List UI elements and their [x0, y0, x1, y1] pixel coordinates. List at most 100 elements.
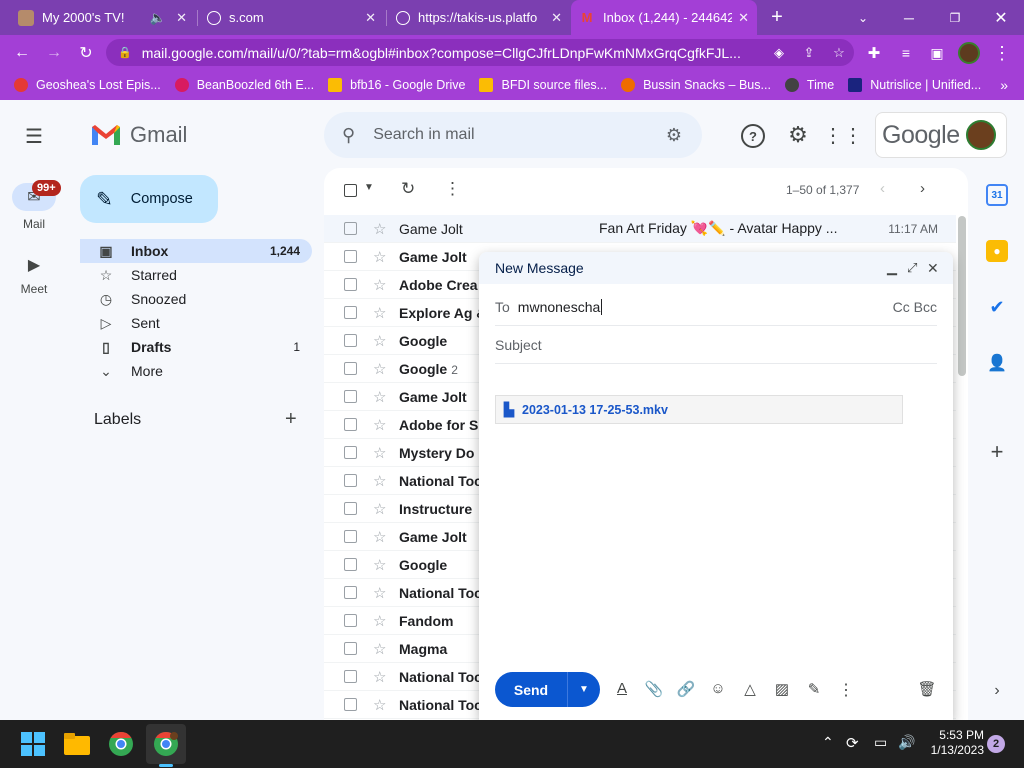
minimize-compose-icon[interactable]: ▁: [887, 260, 897, 276]
send-button-group[interactable]: Send ▼: [495, 672, 600, 707]
back-button[interactable]: ←: [10, 41, 34, 65]
profile-avatar[interactable]: [957, 41, 981, 65]
schedule-send-dropdown-icon[interactable]: ▼: [568, 684, 600, 695]
star-icon[interactable]: ☆: [373, 668, 389, 686]
bookmark-item[interactable]: Nutrislice | Unified...: [848, 78, 981, 92]
add-label-button[interactable]: +: [285, 408, 297, 431]
star-icon[interactable]: ☆: [373, 556, 389, 574]
apps-grid-icon[interactable]: ⋮⋮: [823, 122, 863, 148]
main-menu-icon[interactable]: ☰: [22, 124, 46, 148]
insert-emoji-icon[interactable]: ☺: [708, 680, 728, 697]
to-field[interactable]: To mwnonescha Cc Bcc: [495, 288, 937, 326]
attach-file-icon[interactable]: 📎: [644, 680, 664, 698]
row-checkbox[interactable]: [344, 222, 357, 235]
row-checkbox[interactable]: [344, 558, 357, 571]
row-checkbox[interactable]: [344, 418, 357, 431]
browser-tab[interactable]: https://takis-us.platfo ✕: [388, 0, 570, 35]
email-row[interactable]: ☆ Game Jolt Fan Art Friday 💘✏️ - Avatar …: [324, 215, 956, 243]
search-input[interactable]: Search in mail: [373, 126, 666, 144]
search-options-icon[interactable]: ⚙: [666, 125, 682, 146]
google-drive-icon[interactable]: △: [740, 680, 760, 698]
settings-gear-icon[interactable]: ⚙: [785, 122, 811, 148]
star-icon[interactable]: ☆: [373, 248, 389, 266]
star-icon[interactable]: ☆: [373, 220, 389, 238]
search-icon[interactable]: ⚲: [342, 125, 355, 146]
star-icon[interactable]: ☆: [373, 584, 389, 602]
windows-start-icon[interactable]: [19, 730, 47, 758]
star-icon[interactable]: ☆: [373, 444, 389, 462]
close-tab-icon[interactable]: ✕: [176, 10, 187, 26]
more-actions-icon[interactable]: ⋮: [444, 179, 461, 199]
browser-menu-icon[interactable]: ⋮: [990, 41, 1014, 65]
browser-tab-active[interactable]: M Inbox (1,244) - 244642 ✕: [571, 0, 757, 35]
tab-search-icon[interactable]: ⌄: [840, 0, 886, 35]
row-checkbox[interactable]: [344, 530, 357, 543]
row-checkbox[interactable]: [344, 502, 357, 515]
close-window-button[interactable]: ✕: [978, 0, 1024, 35]
star-icon[interactable]: ☆: [373, 528, 389, 546]
row-checkbox[interactable]: [344, 362, 357, 375]
bookmark-star-icon[interactable]: ☆: [824, 45, 854, 61]
discard-draft-icon[interactable]: 🗑: [917, 680, 937, 698]
send-button[interactable]: Send: [495, 682, 567, 698]
chrome-icon[interactable]: [107, 730, 135, 758]
browser-tab[interactable]: My 2000's TV! 🔈 ✕: [10, 0, 195, 35]
formatting-options-icon[interactable]: A: [612, 680, 632, 697]
notification-badge[interactable]: 2: [987, 735, 1005, 753]
show-hidden-icons[interactable]: ⌃: [822, 734, 834, 751]
star-icon[interactable]: ☆: [373, 472, 389, 490]
close-tab-icon[interactable]: ✕: [365, 10, 376, 26]
folder-starred[interactable]: ☆ Starred: [80, 263, 312, 287]
extension-icon[interactable]: ◈: [764, 45, 794, 61]
close-compose-icon[interactable]: ✕: [927, 260, 939, 277]
star-icon[interactable]: ☆: [373, 276, 389, 294]
close-tab-icon[interactable]: ✕: [551, 10, 562, 26]
star-icon[interactable]: ☆: [373, 360, 389, 378]
bookmark-item[interactable]: Time: [784, 78, 834, 92]
star-icon[interactable]: ☆: [373, 640, 389, 658]
row-checkbox[interactable]: [344, 278, 357, 291]
address-bar[interactable]: 🔒 mail.google.com/mail/u/0/?tab=rm&ogbl#…: [106, 39, 854, 66]
meet-rail-label[interactable]: Meet: [14, 282, 54, 296]
help-icon[interactable]: ?: [741, 124, 765, 148]
star-icon[interactable]: ☆: [373, 304, 389, 322]
to-input[interactable]: mwnonescha: [518, 298, 603, 315]
bookmark-item[interactable]: bfb16 - Google Drive: [328, 78, 465, 92]
star-icon[interactable]: ☆: [373, 388, 389, 406]
get-addons-icon[interactable]: +: [986, 439, 1008, 464]
subject-input[interactable]: Subject: [495, 337, 542, 353]
select-all-checkbox[interactable]: [344, 184, 357, 197]
star-icon[interactable]: ☆: [373, 332, 389, 350]
browser-tab[interactable]: s.com ✕: [199, 0, 384, 35]
folder-snoozed[interactable]: ◷ Snoozed: [80, 287, 312, 311]
insert-photo-icon[interactable]: ▨: [772, 680, 792, 698]
row-checkbox[interactable]: [344, 474, 357, 487]
show-side-panel-icon[interactable]: ›: [986, 680, 1008, 702]
row-checkbox[interactable]: [344, 446, 357, 459]
star-icon[interactable]: ☆: [373, 416, 389, 434]
bookmark-item[interactable]: Bussin Snacks – Bus...: [621, 78, 771, 92]
row-checkbox[interactable]: [344, 250, 357, 263]
sync-icon[interactable]: ⟳: [846, 734, 859, 752]
media-control-icon[interactable]: ≡: [894, 41, 918, 65]
star-icon[interactable]: ☆: [373, 612, 389, 630]
folder-sent[interactable]: ▷ Sent: [80, 311, 312, 335]
attachment-chip[interactable]: ▙ 2023-01-13 17-25-53.mkv: [495, 395, 903, 424]
folder-inbox[interactable]: ▣ Inbox 1,244: [80, 239, 312, 263]
bookmark-item[interactable]: BFDI source files...: [479, 78, 607, 92]
folder-more[interactable]: ⌄ More: [80, 359, 312, 383]
select-dropdown-icon[interactable]: ▼: [364, 182, 374, 193]
row-checkbox[interactable]: [344, 670, 357, 683]
contacts-icon[interactable]: 👤: [986, 352, 1008, 374]
tasks-icon[interactable]: ✔: [986, 296, 1008, 318]
list-scrollbar[interactable]: [958, 216, 966, 376]
row-checkbox[interactable]: [344, 698, 357, 711]
close-tab-icon[interactable]: ✕: [738, 10, 749, 26]
prev-page-icon[interactable]: ‹: [880, 180, 885, 197]
share-icon[interactable]: ⇪: [794, 45, 824, 61]
refresh-icon[interactable]: ↻: [401, 179, 415, 199]
reload-button[interactable]: ↻: [74, 41, 98, 65]
forward-button[interactable]: →: [42, 41, 66, 65]
row-checkbox[interactable]: [344, 390, 357, 403]
row-checkbox[interactable]: [344, 642, 357, 655]
